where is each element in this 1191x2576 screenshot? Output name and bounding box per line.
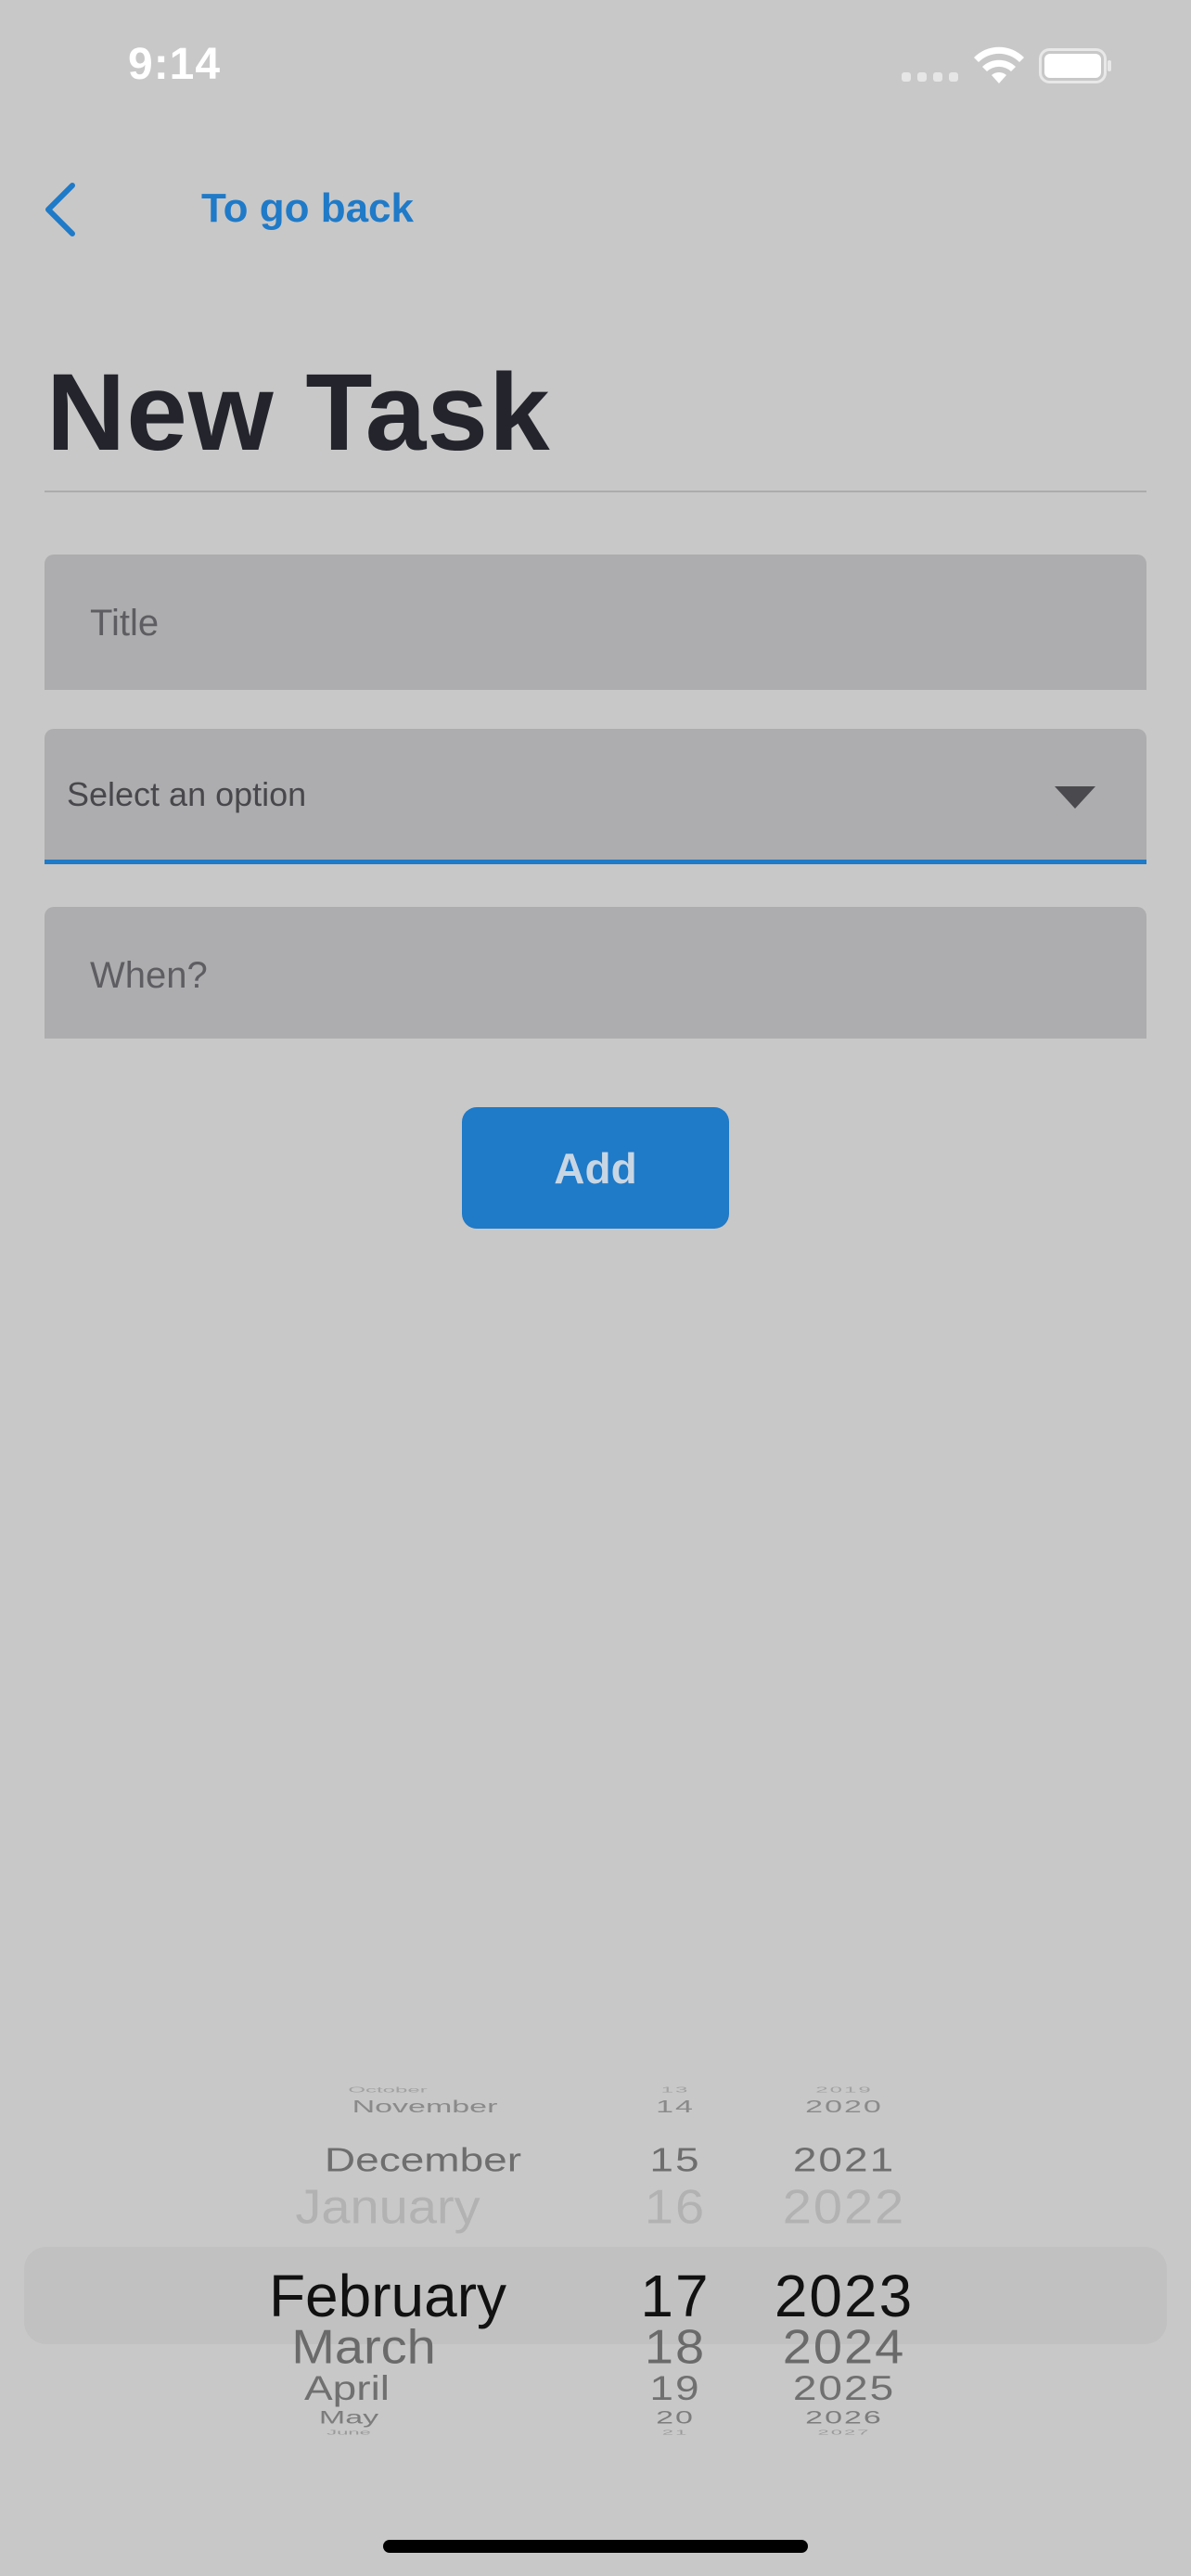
picker-year-option[interactable]: 2026: [805, 2408, 883, 2427]
select-placeholder: Select an option: [67, 775, 307, 813]
picker-day-option[interactable]: 16: [645, 2183, 706, 2231]
when-field[interactable]: When?: [45, 907, 1146, 1039]
picker-year-option[interactable]: 2021: [793, 2143, 895, 2176]
picker-day-option[interactable]: 20: [656, 2408, 695, 2427]
picker-day-option[interactable]: 19: [649, 2371, 700, 2405]
picker-selected-year[interactable]: 2023: [775, 2266, 914, 2326]
picker-year-option[interactable]: 2025: [793, 2371, 895, 2405]
add-button[interactable]: Add: [462, 1107, 729, 1229]
title-divider: [45, 491, 1146, 492]
picker-selected-month[interactable]: February: [269, 2266, 506, 2326]
picker-month-option[interactable]: May: [319, 2408, 378, 2427]
page-title: New Task: [46, 351, 551, 474]
picker-month-option[interactable]: November: [352, 2098, 498, 2116]
picker-year-option[interactable]: 2020: [805, 2098, 883, 2116]
picker-day-option[interactable]: 13: [661, 2086, 690, 2094]
when-placeholder: When?: [90, 955, 208, 996]
picker-year-option[interactable]: 2024: [783, 2323, 906, 2371]
back-button[interactable]: To go back: [201, 185, 414, 232]
picker-month-option[interactable]: March: [291, 2323, 436, 2371]
picker-day-option[interactable]: 14: [656, 2098, 695, 2116]
title-placeholder: Title: [90, 603, 160, 644]
date-picker-wheel[interactable]: October November December January February Ma…: [0, 2040, 1191, 2531]
picker-month-option[interactable]: June: [327, 2429, 371, 2436]
cellular-signal-icon: [902, 72, 959, 83]
status-bar: 9:14: [0, 0, 1191, 139]
status-time: 9:14: [128, 40, 222, 89]
picker-year-option[interactable]: 2027: [818, 2429, 871, 2436]
caret-down-icon: [1055, 786, 1095, 809]
picker-month-option[interactable]: January: [295, 2183, 480, 2231]
picker-year-option[interactable]: 2019: [815, 2086, 872, 2094]
navigation-bar: To go back: [0, 167, 1191, 250]
option-select[interactable]: Select an option: [45, 729, 1146, 864]
picker-day-option[interactable]: 15: [649, 2143, 700, 2176]
picker-selected-day[interactable]: 17: [640, 2266, 710, 2326]
picker-month-option[interactable]: October: [348, 2086, 427, 2094]
home-indicator: [383, 2540, 808, 2553]
picker-month-option[interactable]: April: [304, 2371, 390, 2405]
picker-day-option[interactable]: 21: [662, 2429, 688, 2436]
picker-month-option[interactable]: December: [325, 2143, 521, 2176]
wifi-icon: [974, 46, 1024, 83]
picker-year-option[interactable]: 2022: [783, 2183, 906, 2231]
battery-icon: [1039, 48, 1111, 83]
picker-day-option[interactable]: 18: [645, 2323, 706, 2371]
picker-selection-highlight: [24, 2247, 1167, 2344]
chevron-left-icon[interactable]: [41, 180, 82, 239]
title-field[interactable]: Title: [45, 555, 1146, 690]
